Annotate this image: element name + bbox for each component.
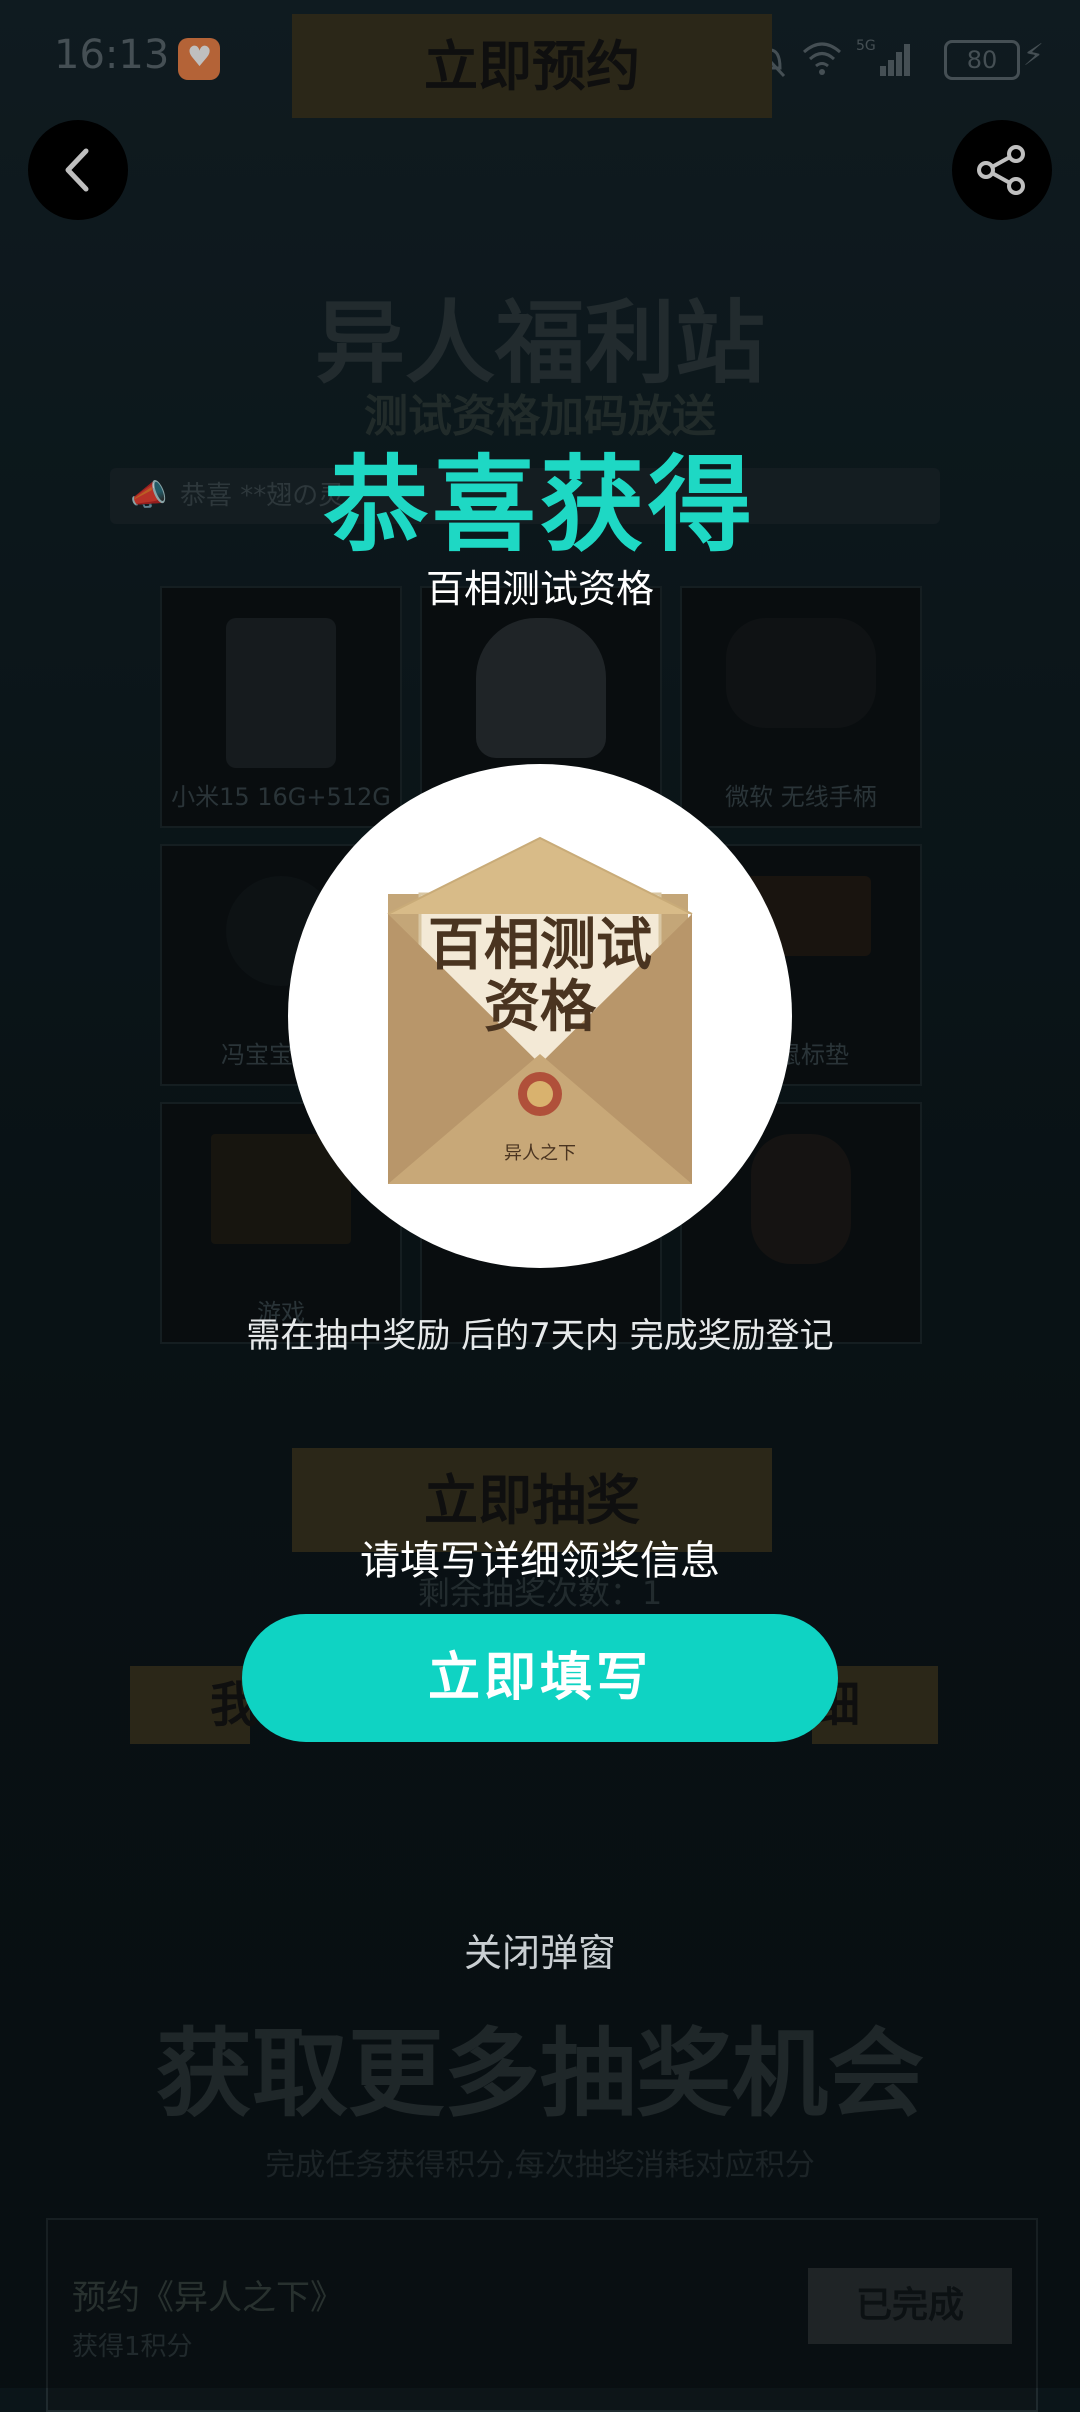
- deadline-notice: 需在抽中奖励 后的7天内 完成奖励登记: [246, 1316, 834, 1356]
- envelope-line1: 百相测试: [428, 912, 652, 978]
- prize-name: 百相测试资格: [425, 567, 654, 611]
- prize-image-circle: 百相测试 资格 异人之下: [288, 764, 792, 1268]
- close-modal-button[interactable]: 关闭弹窗: [0, 1922, 1080, 1977]
- fill-in-button[interactable]: 立即填写: [242, 1614, 838, 1742]
- fill-prompt: 请填写详细领奖信息: [360, 1538, 720, 1584]
- modal-overlay: 恭喜获得 百相测试资格 百相测试 资格 异人之下 需在抽中奖励 后的7天内 完成…: [0, 0, 1080, 2388]
- envelope-line2: 资格: [484, 974, 597, 1040]
- congrats-title: 恭喜获得: [323, 448, 756, 564]
- envelope-icon: 百相测试 资格 异人之下: [387, 836, 693, 1184]
- envelope-seal-text: 异人之下: [504, 1143, 576, 1164]
